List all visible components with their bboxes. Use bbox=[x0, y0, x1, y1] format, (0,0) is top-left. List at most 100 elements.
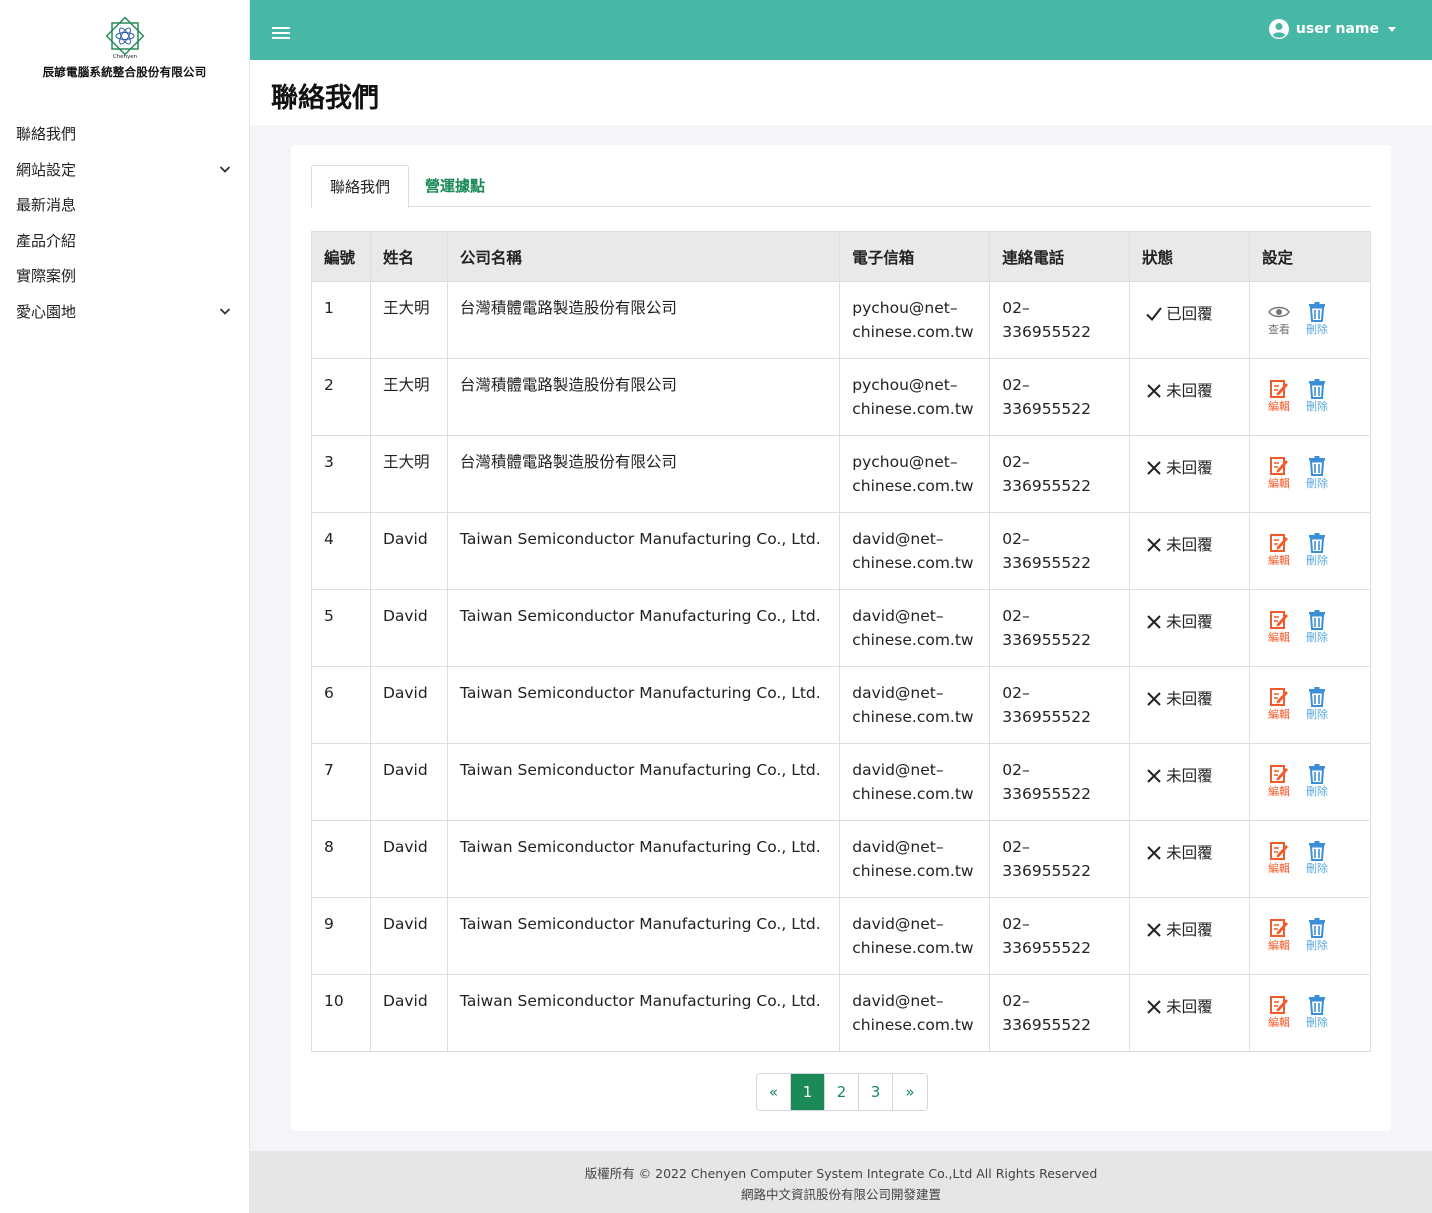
phone-line: 336955522 bbox=[1002, 323, 1092, 341]
cell-id: 6 bbox=[311, 666, 371, 744]
delete-button[interactable]: 刪除 bbox=[1306, 841, 1328, 876]
delete-button[interactable]: 刪除 bbox=[1306, 533, 1328, 568]
page-2-button[interactable]: 2 bbox=[825, 1074, 859, 1110]
edit-icon bbox=[1270, 996, 1289, 1014]
cell-email: pychou@net– chinese.com.tw bbox=[839, 358, 991, 436]
status-text: 未回覆 bbox=[1166, 690, 1213, 708]
edit-button[interactable]: 編輯 bbox=[1268, 456, 1290, 491]
tab-contact-us[interactable]: 聯絡我們 bbox=[311, 165, 409, 208]
delete-label: 刪除 bbox=[1306, 400, 1329, 413]
hamburger-menu-icon[interactable] bbox=[272, 26, 292, 42]
table-row: 7 David Taiwan Semiconductor Manufacturing… bbox=[311, 743, 1371, 821]
edit-button[interactable]: 編輯 bbox=[1268, 687, 1290, 722]
delete-button[interactable]: 刪除 bbox=[1306, 995, 1328, 1030]
edit-label: 編輯 bbox=[1268, 862, 1291, 875]
prev-page-button[interactable]: « bbox=[757, 1074, 791, 1110]
phone-line: 336955522 bbox=[1002, 939, 1092, 957]
edit-icon bbox=[1270, 688, 1289, 706]
sidebar-item-latest-news[interactable]: 最新消息 bbox=[0, 187, 249, 223]
table-row: 9 David Taiwan Semiconductor Manufacturing… bbox=[311, 897, 1371, 975]
delete-label: 刪除 bbox=[1306, 323, 1329, 336]
top-bar: user name bbox=[250, 0, 1432, 60]
cell-email: david@net– chinese.com.tw bbox=[839, 820, 991, 898]
edit-label: 編輯 bbox=[1268, 708, 1291, 721]
cell-actions: 編輯 刪除 bbox=[1249, 666, 1371, 744]
email-line: chinese.com.tw bbox=[852, 862, 974, 880]
header-phone: 連絡電話 bbox=[989, 231, 1131, 282]
chevron-down-icon bbox=[219, 308, 231, 316]
delete-button[interactable]: 刪除 bbox=[1306, 379, 1328, 414]
phone-line: 02– bbox=[1002, 838, 1030, 856]
edit-button[interactable]: 編輯 bbox=[1268, 533, 1290, 568]
edit-button[interactable]: 編輯 bbox=[1268, 379, 1290, 414]
cell-id: 3 bbox=[311, 435, 371, 513]
sidebar-item-label: 最新消息 bbox=[16, 196, 77, 215]
view-button[interactable]: 查看 bbox=[1268, 302, 1290, 337]
header-email: 電子信箱 bbox=[839, 231, 991, 282]
table-header-row: 編號 姓名 公司名稱 電子信箱 連絡電話 狀態 設定 bbox=[311, 231, 1371, 282]
cell-status: 未回覆 bbox=[1129, 974, 1251, 1052]
cell-company: 台灣積體電路製造股份有限公司 bbox=[446, 435, 841, 513]
edit-label: 編輯 bbox=[1268, 1016, 1291, 1029]
x-icon bbox=[1147, 384, 1161, 398]
logo-wordmark: Chenyen bbox=[112, 54, 137, 60]
phone-line: 336955522 bbox=[1002, 554, 1092, 572]
status-text: 未回覆 bbox=[1166, 998, 1213, 1016]
cell-actions: 編輯 刪除 bbox=[1249, 897, 1371, 975]
phone-line: 02– bbox=[1002, 992, 1030, 1010]
page-3-button[interactable]: 3 bbox=[859, 1074, 893, 1110]
company-name: 辰諺電腦系統整合股份有限公司 bbox=[42, 65, 207, 79]
phone-line: 02– bbox=[1002, 761, 1030, 779]
edit-icon bbox=[1270, 457, 1289, 475]
cell-status: 未回覆 bbox=[1129, 435, 1251, 513]
content-card: 聯絡我們 營運據點 編號 姓名 公司名稱 電子信箱 連絡電話 狀態 設定 1 王大… bbox=[291, 145, 1391, 1131]
delete-label: 刪除 bbox=[1306, 631, 1329, 644]
delete-button[interactable]: 刪除 bbox=[1306, 764, 1328, 799]
eye-icon bbox=[1268, 306, 1290, 318]
delete-button[interactable]: 刪除 bbox=[1306, 302, 1328, 337]
sidebar-item-cases[interactable]: 實際案例 bbox=[0, 258, 249, 294]
sidebar-item-contact-us[interactable]: 聯絡我們 bbox=[0, 116, 249, 152]
edit-label: 編輯 bbox=[1268, 785, 1291, 798]
cell-id: 9 bbox=[311, 897, 371, 975]
email-line: david@net– bbox=[852, 761, 944, 779]
email-line: chinese.com.tw bbox=[852, 400, 974, 418]
cell-company: Taiwan Semiconductor Manufacturing Co., … bbox=[446, 589, 841, 667]
email-line: chinese.com.tw bbox=[852, 554, 974, 572]
edit-button[interactable]: 編輯 bbox=[1268, 918, 1290, 953]
delete-button[interactable]: 刪除 bbox=[1306, 918, 1328, 953]
view-label: 查看 bbox=[1268, 323, 1291, 336]
edit-button[interactable]: 編輯 bbox=[1268, 610, 1290, 645]
sidebar: Chenyen 辰諺電腦系統整合股份有限公司 聯絡我們 網站設定最新消息產品介紹實… bbox=[0, 0, 250, 1213]
cell-phone: 02– 336955522 bbox=[989, 358, 1131, 436]
phone-line: 336955522 bbox=[1002, 1016, 1092, 1034]
sidebar-item-charity[interactable]: 愛心園地 bbox=[0, 294, 249, 330]
cell-status: 未回覆 bbox=[1129, 820, 1251, 898]
user-menu-button[interactable]: user name bbox=[1268, 19, 1396, 39]
delete-label: 刪除 bbox=[1306, 939, 1329, 952]
email-line: pychou@net– bbox=[852, 299, 958, 317]
trash-icon bbox=[1309, 764, 1326, 784]
delete-button[interactable]: 刪除 bbox=[1306, 610, 1328, 645]
cell-name: David bbox=[369, 512, 448, 590]
check-icon bbox=[1146, 307, 1162, 322]
sidebar-item-site-settings[interactable]: 網站設定 bbox=[0, 152, 249, 188]
trash-icon bbox=[1309, 995, 1326, 1015]
next-page-button[interactable]: » bbox=[893, 1074, 927, 1110]
email-line: david@net– bbox=[852, 838, 944, 856]
sidebar-item-products[interactable]: 產品介紹 bbox=[0, 223, 249, 259]
cell-actions: 編輯 刪除 bbox=[1249, 820, 1371, 898]
trash-icon bbox=[1309, 687, 1326, 707]
header-id: 編號 bbox=[311, 231, 371, 282]
edit-icon bbox=[1270, 380, 1289, 398]
edit-button[interactable]: 編輯 bbox=[1268, 995, 1290, 1030]
delete-button[interactable]: 刪除 bbox=[1306, 687, 1328, 722]
edit-button[interactable]: 編輯 bbox=[1268, 841, 1290, 876]
cell-actions: 編輯 刪除 bbox=[1249, 743, 1371, 821]
delete-button[interactable]: 刪除 bbox=[1306, 456, 1328, 491]
cell-status: 未回覆 bbox=[1129, 512, 1251, 590]
tab-locations[interactable]: 營運據點 bbox=[425, 165, 485, 207]
table-row: 6 David Taiwan Semiconductor Manufacturing… bbox=[311, 666, 1371, 744]
page-1-button[interactable]: 1 bbox=[791, 1074, 825, 1110]
edit-button[interactable]: 編輯 bbox=[1268, 764, 1290, 799]
